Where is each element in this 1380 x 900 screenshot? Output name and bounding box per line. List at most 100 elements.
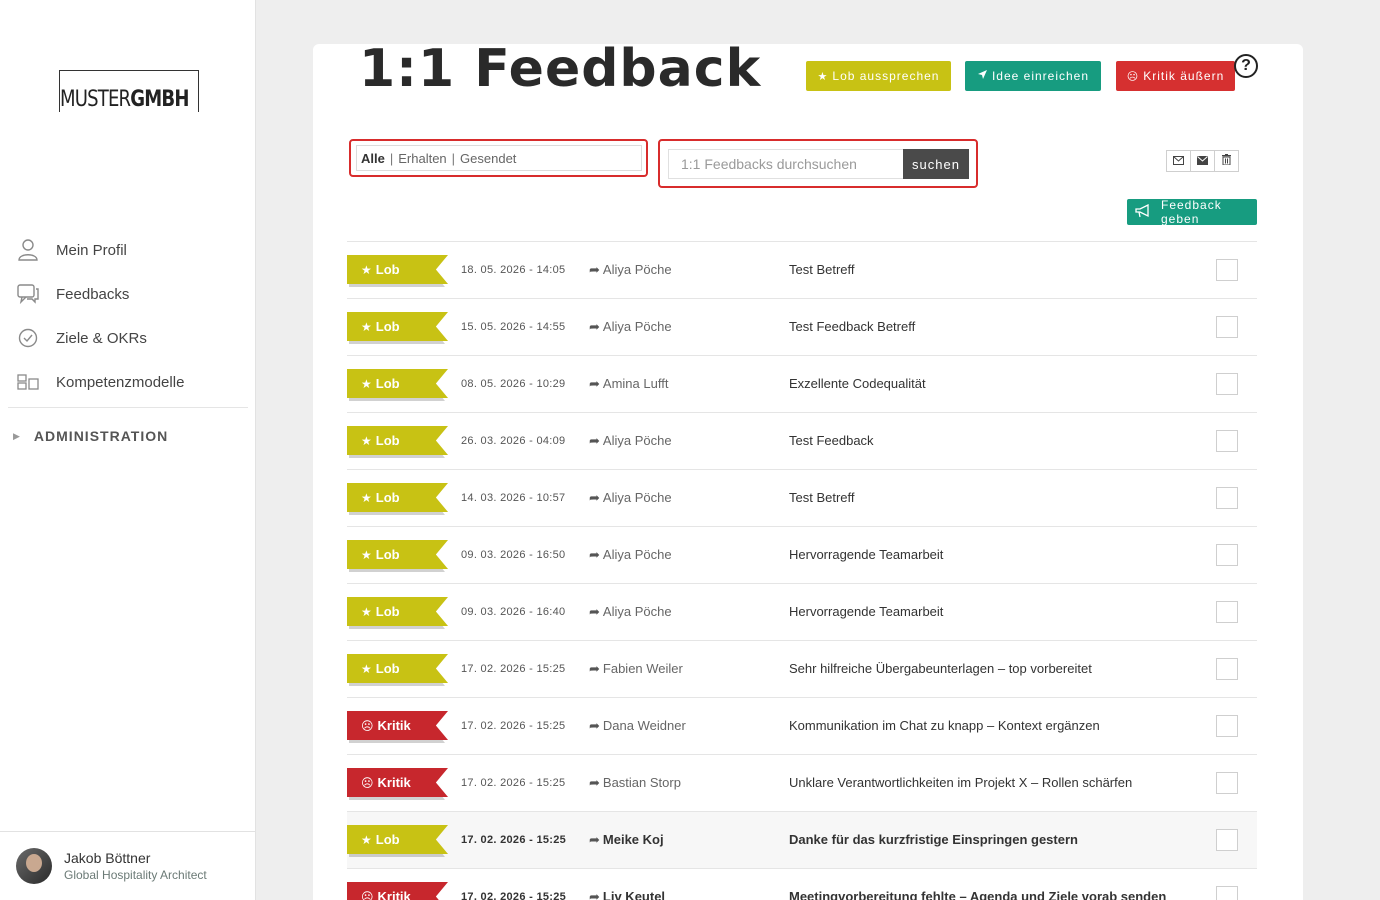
feedback-row[interactable]: ☹ Kritik 17. 02. 2026 - 15:25 ➦ Bastian Stor… (347, 754, 1257, 811)
badge-label: Lob (375, 319, 400, 334)
sidebar-item-label: Feedbacks (56, 285, 130, 303)
lob-badge: ★ Lob (347, 654, 448, 683)
star-icon: ★ (361, 604, 372, 619)
user-role: Global Hospitality Architect (64, 868, 207, 882)
row-checkbox[interactable] (1216, 316, 1238, 338)
feedback-subject[interactable]: Hervorragende Teamarbeit (789, 547, 943, 562)
company-logo[interactable]: MUSTERGMBH (59, 70, 199, 112)
feedback-row[interactable]: ★ Lob 09. 03. 2026 - 16:40 ➦ Aliya Pöche Herv… (347, 583, 1257, 640)
feedback-subject[interactable]: Meetingvorbereitung fehlte – Agenda und … (789, 889, 1166, 900)
sidebar-item-kompetenzmodelle[interactable]: Kompetenzmodelle (0, 360, 256, 404)
star-icon: ★ (361, 832, 372, 847)
row-checkbox[interactable] (1216, 373, 1238, 395)
frown-icon: ☹ (361, 775, 374, 790)
sender-name: Amina Lufft (602, 376, 669, 391)
feedback-sender: ➦ Aliya Pöche (589, 319, 672, 335)
star-icon: ★ (361, 547, 372, 562)
badge-label: Lob (375, 262, 400, 277)
search-area: suchen (658, 139, 978, 188)
row-checkbox[interactable] (1216, 829, 1238, 851)
caret-right-icon: ▶ (13, 430, 20, 441)
user-profile[interactable]: Jakob Böttner Global Hospitality Archite… (0, 831, 256, 900)
feedback-geben-button[interactable]: Feedback geben (1127, 198, 1257, 226)
competence-icon (17, 371, 39, 393)
feedback-subject[interactable]: Danke für das kurzfristige Einspringen g… (789, 832, 1078, 847)
feedback-subject[interactable]: Sehr hilfreiche Übergabeunterlagen – top… (789, 661, 1092, 676)
feedback-row[interactable]: ★ Lob 17. 02. 2026 - 15:25 ➦ Meike Koj Danke … (347, 811, 1257, 868)
sidebar: MUSTERGMBH Mein Profil Feedbacks Ziele &… (0, 0, 256, 900)
search-button[interactable]: suchen (903, 149, 969, 179)
share-arrow-icon: ➦ (589, 433, 600, 448)
feedback-subject[interactable]: Test Feedback (789, 433, 874, 448)
share-arrow-icon: ➦ (589, 661, 600, 676)
lob-badge: ★ Lob (347, 825, 448, 854)
idee-einreichen-button[interactable]: Idee einreichen (965, 61, 1101, 91)
feedback-subject[interactable]: Hervorragende Teamarbeit (789, 604, 943, 619)
kritik-badge: ☹ Kritik (347, 711, 448, 740)
feedback-date: 08. 05. 2026 - 10:29 (461, 378, 566, 390)
feedback-sender: ➦ Amina Lufft (589, 376, 668, 392)
row-checkbox[interactable] (1216, 544, 1238, 566)
button-label: Lob aussprechen (832, 69, 940, 83)
feedback-row[interactable]: ☹ Kritik 17. 02. 2026 - 15:25 ➦ Dana Weidner… (347, 697, 1257, 754)
feedback-subject[interactable]: Test Betreff (789, 490, 855, 505)
lob-badge: ★ Lob (347, 312, 448, 341)
delete-button[interactable] (1214, 150, 1239, 172)
sender-name: Aliya Pöche (602, 604, 672, 619)
lob-aussprechen-button[interactable]: ★ Lob aussprechen (806, 61, 951, 91)
mark-unread-button[interactable] (1190, 150, 1215, 172)
feedback-row[interactable]: ★ Lob 17. 02. 2026 - 15:25 ➦ Fabien Weiler Se… (347, 640, 1257, 697)
row-checkbox[interactable] (1216, 886, 1238, 900)
help-icon[interactable]: ? (1234, 54, 1258, 78)
feedback-subject[interactable]: Kommunikation im Chat zu knapp – Kontext… (789, 718, 1100, 733)
row-checkbox[interactable] (1216, 658, 1238, 680)
feedback-row[interactable]: ☹ Kritik 17. 02. 2026 - 15:25 ➦ Liv Keutel Me… (347, 868, 1257, 900)
star-icon: ★ (817, 70, 829, 83)
row-checkbox[interactable] (1216, 430, 1238, 452)
feedback-row[interactable]: ★ Lob 09. 03. 2026 - 16:50 ➦ Aliya Pöche Herv… (347, 526, 1257, 583)
feedback-subject[interactable]: Test Feedback Betreff (789, 319, 915, 334)
feedback-subject[interactable]: Exzellente Codequalität (789, 376, 926, 391)
feedback-sender: ➦ Aliya Pöche (589, 433, 672, 449)
page-title: 1:1 Feedback (359, 39, 762, 99)
filter-all[interactable]: Alle (361, 151, 385, 166)
kritik-aeussern-button[interactable]: ☹ Kritik äußern (1116, 61, 1235, 91)
lob-badge: ★ Lob (347, 426, 448, 455)
sidebar-item-feedbacks[interactable]: Feedbacks (0, 272, 256, 316)
sidebar-item-ziele-okrs[interactable]: Ziele & OKRs (0, 316, 256, 360)
star-icon: ★ (361, 490, 372, 505)
search-input[interactable] (668, 149, 904, 179)
row-checkbox[interactable] (1216, 715, 1238, 737)
badge-label: Lob (375, 604, 400, 619)
feedback-sender: ➦ Aliya Pöche (589, 547, 672, 563)
sidebar-item-mein-profil[interactable]: Mein Profil (0, 228, 256, 272)
envelope-icon (1197, 152, 1208, 170)
row-checkbox[interactable] (1216, 772, 1238, 794)
feedback-subject[interactable]: Unklare Verantwortlichkeiten im Projekt … (789, 775, 1132, 790)
feedback-row[interactable]: ★ Lob 18. 05. 2026 - 14:05 ➦ Aliya Pöche Test… (347, 241, 1257, 298)
megaphone-icon (1135, 203, 1151, 221)
feedback-date: 17. 02. 2026 - 15:25 (461, 777, 566, 789)
logo-text: MUSTERGMBH (60, 87, 189, 112)
sender-name: Aliya Pöche (602, 490, 672, 505)
row-checkbox[interactable] (1216, 487, 1238, 509)
frown-icon: ☹ (361, 889, 374, 900)
share-arrow-icon: ➦ (589, 547, 600, 562)
row-checkbox[interactable] (1216, 259, 1238, 281)
lob-badge: ★ Lob (347, 540, 448, 569)
user-icon (17, 239, 39, 261)
feedback-row[interactable]: ★ Lob 14. 03. 2026 - 10:57 ➦ Aliya Pöche Test… (347, 469, 1257, 526)
row-checkbox[interactable] (1216, 601, 1238, 623)
sidebar-item-administration[interactable]: ▶ ADMINISTRATION (0, 408, 256, 464)
feedback-row[interactable]: ★ Lob 15. 05. 2026 - 14:55 ➦ Aliya Pöche Test… (347, 298, 1257, 355)
filter-sent[interactable]: Gesendet (460, 151, 516, 166)
feedback-row[interactable]: ★ Lob 26. 03. 2026 - 04:09 ➦ Aliya Pöche Test… (347, 412, 1257, 469)
feedback-row[interactable]: ★ Lob 08. 05. 2026 - 10:29 ➦ Amina Lufft Exze… (347, 355, 1257, 412)
filter-received[interactable]: Erhalten (398, 151, 446, 166)
feedback-date: 17. 02. 2026 - 15:25 (461, 720, 566, 732)
feedback-subject[interactable]: Test Betreff (789, 262, 855, 277)
sender-name: Meike Koj (602, 832, 664, 847)
avatar (16, 848, 52, 884)
feedback-sender: ➦ Aliya Pöche (589, 490, 672, 506)
mark-read-button[interactable] (1166, 150, 1191, 172)
